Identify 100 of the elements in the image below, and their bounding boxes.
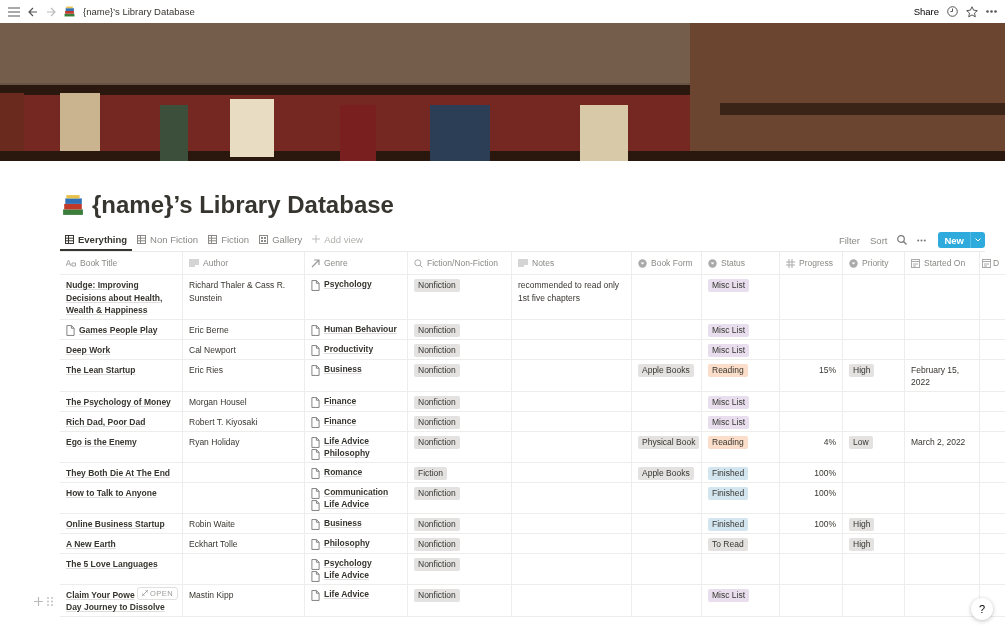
genre-link[interactable]: Life Advice — [324, 498, 370, 510]
column-header[interactable]: Priority — [862, 256, 889, 270]
book-title-link[interactable]: The Psychology of Money — [66, 395, 171, 408]
book-title-link[interactable]: Rich Dad, Poor Dad — [66, 415, 146, 428]
genre-link[interactable]: Business — [324, 517, 362, 529]
view-tab[interactable]: Non Fiction — [132, 229, 204, 251]
column-header[interactable]: Book Title — [80, 256, 118, 270]
back-arrow-icon[interactable] — [28, 6, 38, 17]
column-header[interactable]: Status — [721, 256, 746, 270]
progress-cell: 4% — [823, 436, 836, 447]
page-icon — [311, 416, 320, 428]
page-icon — [311, 518, 320, 530]
calendar-icon — [982, 258, 991, 268]
more-icon[interactable] — [986, 10, 997, 13]
status-tag: Finished — [708, 517, 749, 531]
dropdown-circle-icon — [849, 258, 858, 268]
genre-link[interactable]: Communication — [324, 486, 389, 498]
page-icon — [311, 344, 320, 356]
genre-link[interactable]: Psychology — [324, 279, 372, 291]
genre-link[interactable]: Business — [324, 363, 362, 375]
book-title-link[interactable]: Day Journey to Dissolve — [66, 601, 165, 614]
breadcrumb-title[interactable]: {name}’s Library Database — [83, 6, 195, 17]
type-tag: Nonfiction — [414, 323, 460, 337]
column-header[interactable]: Genre — [324, 256, 348, 270]
page-icon — [311, 538, 320, 550]
search-icon[interactable] — [897, 235, 908, 245]
type-tag: Nonfiction — [414, 363, 460, 377]
page-icon — [311, 448, 320, 460]
book-title-link[interactable]: The Lean Startup — [66, 363, 136, 376]
status-tag: Reading — [708, 435, 748, 449]
status-tag: Misc List — [708, 395, 750, 409]
author-cell: Eric Berne — [189, 324, 229, 335]
book-title-link[interactable]: They Both Die At The End — [66, 466, 171, 479]
book-title-link[interactable]: Nudge: Improving Decisions about Health, Wealth & Happiness — [66, 279, 176, 317]
lines-icon — [189, 259, 199, 267]
arrow-icon — [311, 258, 320, 268]
priority-tag: High — [849, 517, 875, 531]
genre-link[interactable]: Human Behaviour — [324, 323, 397, 335]
filter-button[interactable]: Filter — [838, 234, 860, 246]
book-title-link[interactable]: Online Business Startup — [66, 517, 165, 530]
book-title-link[interactable]: A New Earth — [66, 537, 116, 550]
genre-link[interactable]: Philosophy — [324, 447, 370, 459]
genre-link[interactable]: Life Advice — [324, 588, 370, 600]
star-icon[interactable] — [966, 5, 978, 18]
book-title-link[interactable]: Ego is the Enemy — [66, 435, 137, 448]
page-icon — [311, 324, 320, 336]
clock-icon[interactable] — [947, 6, 958, 17]
author-cell: Robin Waite — [189, 518, 235, 529]
book-title-link[interactable]: How to Talk to Anyone — [66, 486, 157, 499]
status-tag: Misc List — [708, 588, 750, 602]
menu-icon[interactable] — [8, 6, 20, 17]
genre-link[interactable]: Finance — [324, 415, 357, 427]
type-tag: Nonfiction — [414, 557, 460, 571]
dropdown-circle-icon — [708, 258, 717, 268]
drag-handle-icon[interactable] — [47, 597, 53, 606]
status-tag: Misc List — [708, 343, 750, 357]
sort-button[interactable]: Sort — [870, 234, 888, 246]
genre-link[interactable]: Psychology — [324, 557, 372, 569]
search-icon — [414, 258, 423, 268]
type-tag: Nonfiction — [414, 279, 460, 292]
priority-tag: High — [849, 363, 875, 377]
book-title-link[interactable]: Claim Your Powe — [66, 588, 135, 601]
column-header[interactable]: Progress — [799, 256, 833, 270]
type-tag: Nonfiction — [414, 486, 460, 500]
author-cell: Robert T. Kiyosaki — [189, 416, 258, 427]
column-header[interactable]: Author — [203, 256, 229, 270]
genre-link[interactable]: Philosophy — [324, 537, 370, 549]
more-icon[interactable] — [917, 238, 927, 242]
type-tag: Nonfiction — [414, 343, 460, 357]
type-tag: Fiction — [414, 466, 448, 480]
genre-link[interactable]: Productivity — [324, 343, 374, 355]
view-tab[interactable]: Gallery — [254, 229, 308, 251]
share-button[interactable]: Share — [913, 6, 939, 17]
books-icon — [62, 194, 84, 216]
page-icon — [311, 499, 320, 511]
page-icon — [311, 280, 320, 291]
author-cell: Cal Newport — [189, 344, 236, 355]
author-cell: Eric Ries — [189, 364, 223, 375]
column-header[interactable]: Notes — [532, 256, 555, 270]
book-title-link[interactable]: The 5 Love Languages — [66, 557, 158, 570]
type-tag: Nonfiction — [414, 537, 460, 551]
genre-link[interactable]: Romance — [324, 466, 363, 478]
column-header[interactable]: Started On — [924, 256, 966, 270]
column-header[interactable]: Fiction/Non-Fiction — [427, 256, 498, 270]
book-form-tag: Physical Book — [638, 435, 700, 449]
status-tag: Reading — [708, 363, 748, 377]
help-button[interactable]: ? — [971, 598, 993, 620]
view-tab[interactable]: Everything — [60, 229, 133, 251]
type-tag: Nonfiction — [414, 435, 460, 449]
genre-link[interactable]: Life Advice — [324, 569, 370, 581]
author-cell: Mastin Kipp — [189, 589, 234, 600]
book-title-link[interactable]: Deep Work — [66, 343, 111, 356]
caret-icon — [975, 238, 981, 242]
column-header[interactable]: D — [993, 256, 1000, 270]
column-header[interactable]: Book Form — [651, 256, 693, 270]
book-title-link[interactable]: Games People Play — [79, 323, 158, 336]
genre-link[interactable]: Finance — [324, 395, 357, 407]
page-icon — [311, 364, 320, 376]
genre-link[interactable]: Life Advice — [324, 435, 370, 447]
view-tab[interactable]: Fiction — [203, 229, 255, 251]
